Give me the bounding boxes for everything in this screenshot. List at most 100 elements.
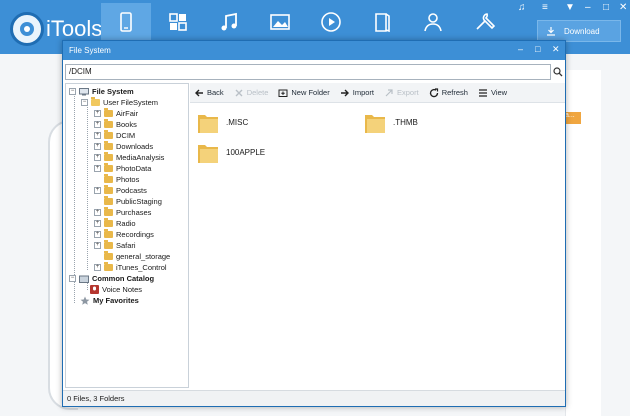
import-button[interactable]: Import (340, 88, 374, 98)
nav-tab-tools[interactable] (459, 3, 509, 40)
orange-badge[interactable]: a... (565, 112, 581, 124)
music-mini-icon[interactable]: ♫ (518, 2, 526, 13)
tree-node-folder[interactable]: + Books (94, 119, 137, 130)
expand-icon[interactable]: + (94, 231, 101, 238)
new-folder-button[interactable]: New Folder (278, 88, 330, 98)
nav-tab-music[interactable] (204, 3, 254, 40)
skin-icon[interactable]: ▼ (565, 2, 575, 13)
contacts-icon (424, 12, 442, 31)
expand-icon[interactable]: + (94, 121, 101, 128)
status-bar: 0 Files, 3 Folders (63, 390, 565, 406)
folder-icon (104, 262, 113, 271)
new-folder-label: New Folder (291, 88, 330, 97)
music-icon (221, 12, 237, 30)
nav-tab-contacts[interactable] (408, 3, 458, 40)
tree-node-user-filesystem[interactable]: − User FileSystem (81, 97, 158, 108)
file-system-dialog: File System – □ ✕ /DCIM − File System − … (62, 40, 566, 407)
refresh-button[interactable]: Refresh (429, 87, 468, 98)
delete-button[interactable]: Delete (234, 88, 268, 98)
path-input[interactable]: /DCIM (65, 64, 551, 80)
tree-node-folder[interactable]: Photos (104, 174, 139, 185)
tree-node-folder[interactable]: + Downloads (94, 141, 153, 152)
tree-node-voice-notes[interactable]: Voice Notes (90, 284, 142, 295)
collapse-icon[interactable]: − (69, 275, 76, 282)
nav-tab-device[interactable] (101, 3, 151, 40)
tree-node-folder[interactable]: + Recordings (94, 229, 154, 240)
folder-name: 100APPLE (226, 147, 266, 157)
tree-node-folder[interactable]: + MediaAnalysis (94, 152, 164, 163)
dialog-titlebar[interactable]: File System – □ ✕ (63, 41, 565, 60)
tree-label: Radio (116, 219, 136, 228)
folder-icon (104, 163, 113, 172)
tools-icon (476, 12, 495, 30)
settings-mini-icon[interactable]: ≡ (542, 2, 548, 13)
expand-icon[interactable]: + (94, 209, 101, 216)
folder-icon (104, 185, 113, 194)
expand-icon[interactable]: + (94, 165, 101, 172)
tree-node-folder[interactable]: PublicStaging (104, 196, 162, 207)
maximize-window-button[interactable]: □ (603, 2, 609, 13)
dialog-title: File System (69, 46, 111, 55)
nav-tab-books[interactable] (357, 3, 407, 40)
tree-node-folder[interactable]: + iTunes_Control (94, 262, 167, 273)
search-icon (553, 67, 563, 77)
folder-icon (104, 251, 113, 260)
video-icon (321, 11, 341, 32)
tree-node-folder[interactable]: + PhotoData (94, 163, 151, 174)
view-button[interactable]: View (478, 88, 507, 98)
tree-node-folder[interactable]: + DCIM (94, 130, 135, 141)
expand-icon[interactable]: + (94, 143, 101, 150)
expand-icon[interactable]: + (94, 187, 101, 194)
view-label: View (490, 88, 508, 97)
apps-icon (169, 12, 187, 31)
collapse-icon[interactable]: − (69, 88, 76, 95)
close-window-button[interactable]: ✕ (619, 2, 627, 13)
tree-node-folder[interactable]: + Podcasts (94, 185, 147, 196)
tree-node-my-favorites[interactable]: My Favorites (80, 295, 139, 306)
expand-icon[interactable]: + (94, 110, 101, 117)
expand-icon[interactable]: + (94, 220, 101, 227)
collapse-icon[interactable]: − (81, 99, 88, 106)
nav-tab-apps[interactable] (153, 3, 203, 40)
nav-tab-photos[interactable] (255, 3, 305, 40)
folder-item[interactable]: .MISC (196, 109, 248, 135)
tree-node-file-system[interactable]: − File System (69, 86, 134, 97)
folder-icon (365, 115, 385, 133)
folder-icon (104, 119, 113, 128)
tree-label: My Favorites (93, 296, 139, 305)
expand-icon[interactable]: + (94, 154, 101, 161)
folder-item[interactable]: 100APPLE (196, 139, 265, 165)
tree-node-folder[interactable]: + AirFair (94, 108, 138, 119)
export-label: Export (397, 88, 419, 97)
tree-node-folder[interactable]: + Safari (94, 240, 136, 251)
tree-node-common-catalog[interactable]: − Common Catalog (69, 273, 154, 284)
tree-label: Podcasts (116, 186, 147, 195)
view-list-icon (478, 88, 487, 97)
folder-icon (104, 218, 113, 227)
expand-icon[interactable]: + (94, 132, 101, 139)
device-icon (120, 11, 132, 32)
tree-label: Recordings (116, 230, 154, 239)
search-button[interactable] (551, 64, 565, 80)
tree-node-folder[interactable]: + Purchases (94, 207, 151, 218)
tree-node-folder[interactable]: general_storage (104, 251, 170, 262)
dialog-close-button[interactable]: ✕ (552, 44, 560, 55)
expand-icon[interactable]: + (94, 242, 101, 249)
tree-node-folder[interactable]: + Radio (94, 218, 136, 229)
back-button[interactable]: Back (194, 88, 224, 98)
import-label: Import (352, 88, 374, 97)
export-button[interactable]: Export (384, 88, 419, 98)
tree-label: iTunes_Control (116, 263, 167, 272)
download-icon (547, 27, 555, 36)
folder-icon (104, 130, 113, 139)
nav-tab-video[interactable] (306, 3, 356, 40)
minimize-window-button[interactable]: – (585, 2, 591, 13)
dialog-minimize-button[interactable]: – (518, 44, 523, 54)
expand-icon[interactable]: + (94, 264, 101, 271)
folder-item[interactable]: .THMB (363, 109, 418, 135)
tree-label: File System (92, 87, 134, 96)
folder-icon (198, 145, 218, 163)
download-button[interactable]: Download (537, 20, 621, 42)
folder-open-icon (91, 97, 100, 106)
dialog-maximize-button[interactable]: □ (535, 44, 540, 54)
